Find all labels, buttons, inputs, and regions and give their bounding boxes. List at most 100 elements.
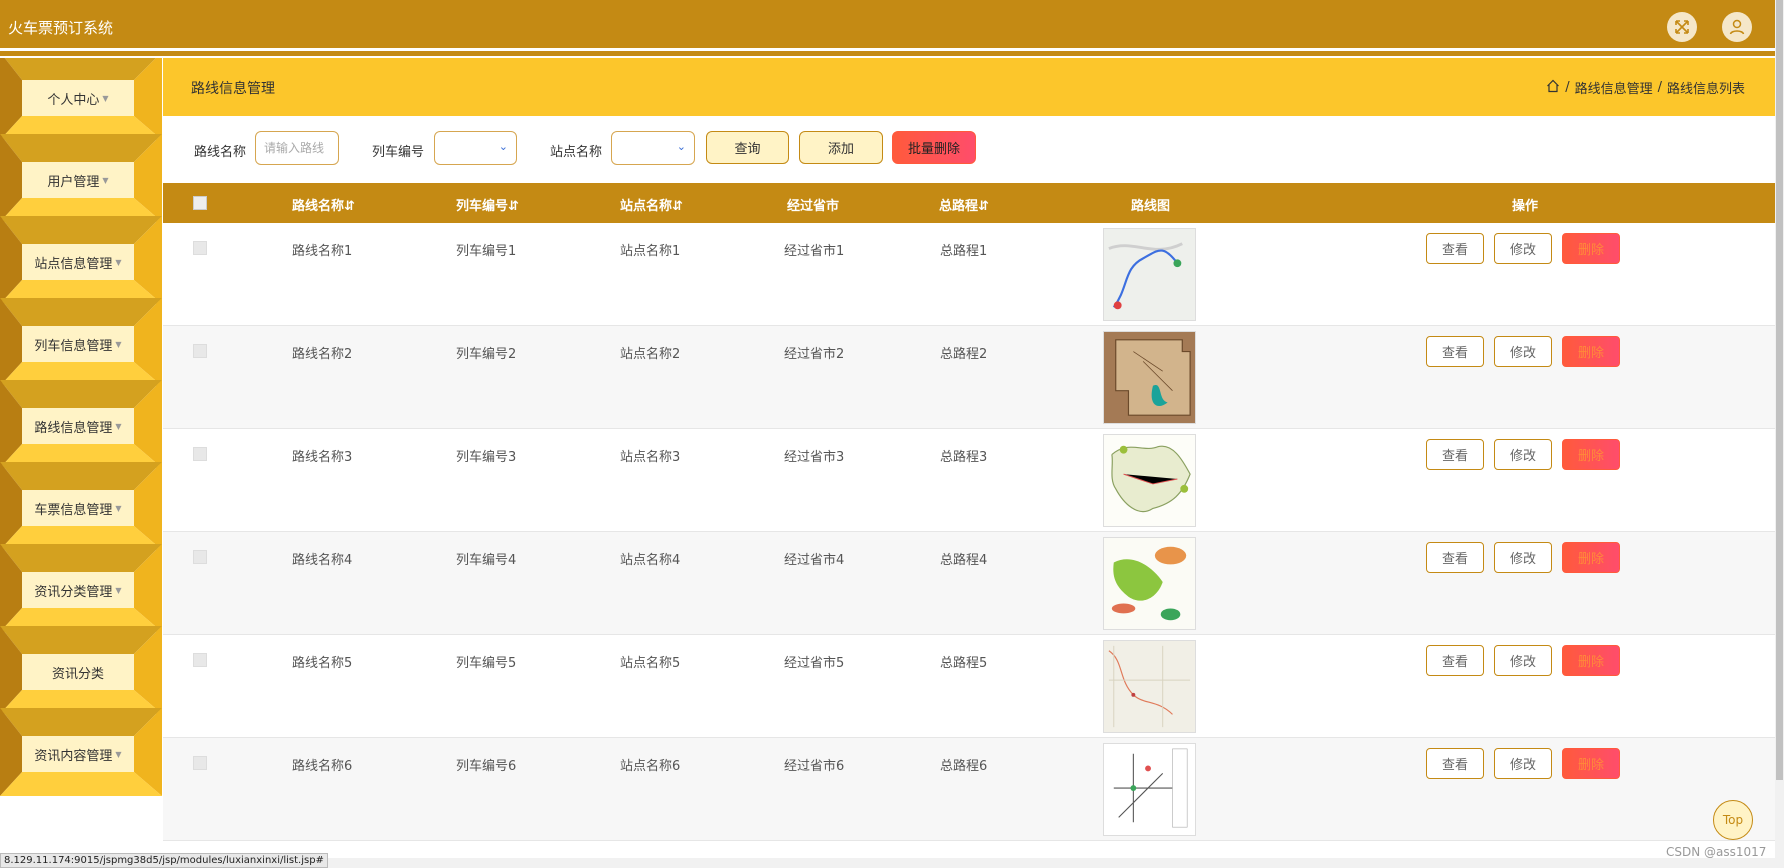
sidebar-item-button[interactable]: 资讯内容管理 ▼: [22, 736, 134, 772]
sidebar-item[interactable]: 个人中心 ▼: [0, 58, 162, 140]
station-name-label: 站点名称: [550, 145, 603, 160]
train-number-select[interactable]: ⌄: [434, 131, 517, 165]
cell-route: 路线名称5: [292, 656, 353, 671]
breadcrumb-separator: /: [1657, 80, 1662, 95]
view-button[interactable]: 查看: [1426, 748, 1484, 779]
cell-provinces: 经过省市1: [784, 244, 845, 259]
view-button[interactable]: 查看: [1426, 645, 1484, 676]
sidebar-item-label: 列车信息管理: [34, 338, 113, 354]
column-header-actions: 操作: [1512, 199, 1539, 214]
cell-distance: 总路程6: [940, 759, 988, 774]
sidebar-item[interactable]: 资讯分类管理 ▼: [0, 544, 162, 632]
sidebar-item[interactable]: 资讯分类: [0, 626, 162, 714]
chevron-down-icon: ⌄: [676, 140, 686, 153]
sidebar-item[interactable]: 资讯内容管理 ▼: [0, 708, 162, 796]
breadcrumb-item[interactable]: 路线信息管理: [1575, 78, 1653, 97]
delete-button[interactable]: 删除: [1562, 748, 1620, 779]
sidebar-item-label: 车票信息管理: [34, 502, 113, 518]
user-icon[interactable]: [1722, 12, 1752, 42]
edit-button[interactable]: 修改: [1494, 336, 1552, 367]
caret-down-icon: ▼: [115, 503, 122, 513]
route-map-image[interactable]: [1103, 228, 1196, 321]
sidebar-item[interactable]: 用户管理 ▼: [0, 134, 162, 222]
breadcrumb-item: 路线信息列表: [1666, 82, 1745, 97]
edit-button[interactable]: 修改: [1494, 439, 1552, 470]
select-all-checkbox[interactable]: [193, 196, 207, 210]
sidebar-item-button[interactable]: 用户管理 ▼: [22, 162, 134, 198]
cell-train: 列车编号4: [456, 553, 517, 568]
delete-button[interactable]: 删除: [1562, 233, 1620, 264]
row-checkbox[interactable]: [193, 653, 207, 667]
caret-down-icon: ▼: [115, 585, 122, 595]
watermark: CSDN @ass1017: [1666, 845, 1767, 859]
sidebar-item[interactable]: 站点信息管理 ▼: [0, 216, 162, 304]
sidebar-item[interactable]: 列车信息管理 ▼: [0, 298, 162, 386]
sidebar-item-button[interactable]: 个人中心 ▼: [22, 80, 134, 116]
sidebar-item-button[interactable]: 站点信息管理 ▼: [22, 244, 134, 280]
sidebar-item-label: 站点信息管理: [34, 256, 113, 272]
edit-button[interactable]: 修改: [1494, 233, 1552, 264]
route-name-input[interactable]: 请输入路线: [255, 131, 339, 165]
table-row: 路线名称1 列车编号1 站点名称1 经过省市1 总路程1 查看 修改 删除: [163, 223, 1775, 326]
route-map-image[interactable]: [1103, 434, 1196, 527]
cell-distance: 总路程2: [940, 347, 988, 362]
row-checkbox[interactable]: [193, 550, 207, 564]
view-button[interactable]: 查看: [1426, 439, 1484, 470]
view-button[interactable]: 查看: [1426, 542, 1484, 573]
home-icon[interactable]: [1546, 79, 1560, 97]
fullscreen-icon[interactable]: [1667, 12, 1697, 42]
delete-button[interactable]: 删除: [1562, 439, 1620, 470]
row-checkbox[interactable]: [193, 241, 207, 255]
app-title: 火车票预订系统: [8, 19, 114, 37]
row-checkbox[interactable]: [193, 756, 207, 770]
sidebar-item-button[interactable]: 资讯分类: [22, 654, 134, 690]
sidebar-item[interactable]: 路线信息管理 ▼: [0, 380, 162, 468]
cell-route: 路线名称3: [292, 450, 353, 465]
chevron-down-icon: ⌄: [498, 140, 508, 153]
edit-button[interactable]: 修改: [1494, 645, 1552, 676]
sidebar-item-button[interactable]: 车票信息管理 ▼: [22, 490, 134, 526]
table-header: 路线名称⇵ 列车编号⇵ 站点名称⇵ 经过省市 总路程⇵ 路线图 操作: [163, 183, 1775, 223]
delete-button[interactable]: 删除: [1562, 542, 1620, 573]
scrollbar-thumb[interactable]: [1776, 0, 1783, 780]
delete-button[interactable]: 删除: [1562, 336, 1620, 367]
route-map-image[interactable]: [1103, 537, 1196, 630]
view-button[interactable]: 查看: [1426, 233, 1484, 264]
back-to-top-button[interactable]: Top: [1713, 800, 1753, 840]
column-header-train[interactable]: 列车编号⇵: [456, 195, 519, 214]
row-checkbox[interactable]: [193, 344, 207, 358]
station-name-select[interactable]: ⌄: [611, 131, 695, 165]
cell-station: 站点名称6: [620, 759, 681, 774]
route-map-image[interactable]: [1103, 331, 1196, 424]
sidebar-item[interactable]: 车票信息管理 ▼: [0, 462, 162, 550]
caret-down-icon: ▼: [115, 257, 122, 267]
cell-train: 列车编号5: [456, 656, 517, 671]
batch-delete-button[interactable]: 批量删除: [892, 131, 976, 164]
query-button[interactable]: 查询: [706, 131, 789, 164]
row-checkbox[interactable]: [193, 447, 207, 461]
add-button[interactable]: 添加: [799, 131, 883, 164]
vertical-scrollbar[interactable]: [1775, 0, 1784, 868]
column-header-station[interactable]: 站点名称⇵: [620, 195, 683, 214]
view-button[interactable]: 查看: [1426, 336, 1484, 367]
breadcrumb-separator: /: [1565, 80, 1570, 95]
cell-provinces: 经过省市4: [784, 553, 845, 568]
cell-station: 站点名称5: [620, 656, 681, 671]
table-row: 路线名称3 列车编号3 站点名称3 经过省市3 总路程3 查看 修改 删除: [163, 429, 1775, 532]
edit-button[interactable]: 修改: [1494, 748, 1552, 779]
breadcrumb: / 路线信息管理 / 路线信息列表: [1546, 78, 1745, 97]
main-content: 路线信息管理 / 路线信息管理 / 路线信息列表 路线名称 请输入路线 列车编号…: [163, 58, 1775, 868]
cell-distance: 总路程3: [940, 450, 988, 465]
column-header-distance[interactable]: 总路程⇵: [939, 195, 989, 214]
route-map-image[interactable]: [1103, 640, 1196, 733]
cell-train: 列车编号2: [456, 347, 517, 362]
route-map-image[interactable]: [1103, 743, 1196, 836]
cell-route: 路线名称6: [292, 759, 353, 774]
column-header-route[interactable]: 路线名称⇵: [292, 195, 355, 214]
edit-button[interactable]: 修改: [1494, 542, 1552, 573]
sidebar-item-button[interactable]: 路线信息管理 ▼: [22, 408, 134, 444]
delete-button[interactable]: 删除: [1562, 645, 1620, 676]
column-header-provinces: 经过省市: [787, 199, 840, 214]
sidebar-item-button[interactable]: 列车信息管理 ▼: [22, 326, 134, 362]
sidebar-item-button[interactable]: 资讯分类管理 ▼: [22, 572, 134, 608]
